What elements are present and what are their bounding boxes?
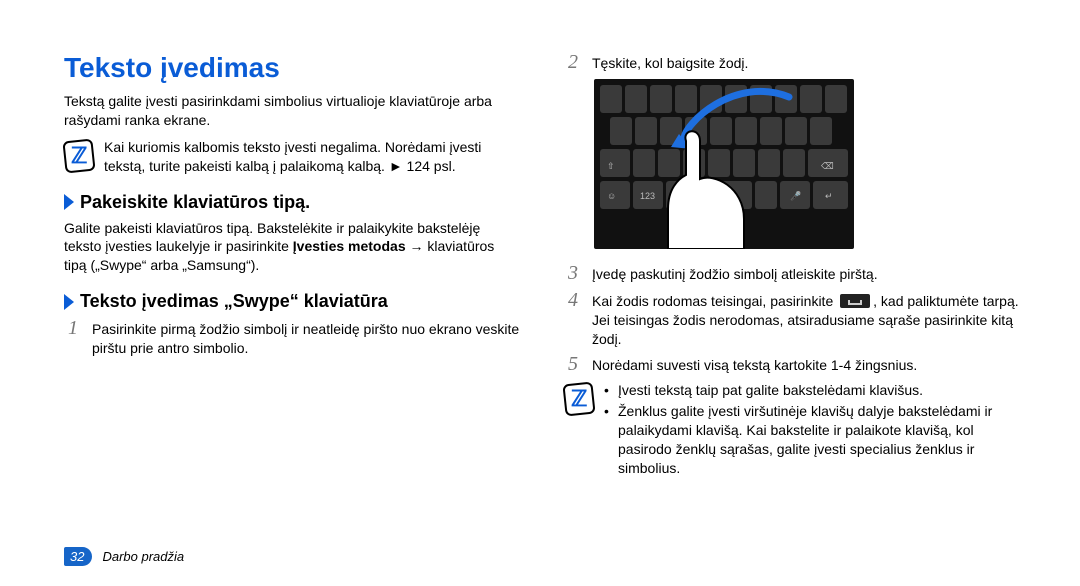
left-column: Teksto įvedimas Tekstą galite įvesti pas…	[64, 52, 520, 494]
step-3-text: Įvedę paskutinį žodžio simbolį atleiskit…	[592, 263, 1020, 284]
page-title: Teksto įvedimas	[64, 52, 520, 84]
step-3: 3 Įvedę paskutinį žodžio simbolį atleisk…	[564, 263, 1020, 284]
spacebar-icon	[840, 294, 870, 308]
step-2: 2 Tęskite, kol baigsite žodį.	[564, 52, 1020, 73]
chevron-icon	[64, 294, 74, 310]
step-number: 4	[564, 290, 582, 310]
note-icon: ℤ	[62, 138, 95, 173]
chevron-icon	[64, 194, 74, 210]
step-2-text: Tęskite, kol baigsite žodį.	[592, 52, 1020, 73]
swype-keyboard-illustration: ⇧ ⌫ ☺ 123 🎤 ↵	[594, 79, 854, 249]
step-1-text: Pasirinkite pirmą žodžio simbolį ir neat…	[92, 318, 520, 358]
note-icon: ℤ	[562, 382, 595, 417]
svg-text:🎤: 🎤	[790, 190, 801, 201]
intro-paragraph: Tekstą galite įvesti pasirinkdami simbol…	[64, 92, 520, 130]
subhead-change-keyboard-label: Pakeiskite klaviatūros tipą.	[80, 192, 310, 213]
svg-text:⌫: ⌫	[821, 161, 834, 171]
subhead-swype-label: Teksto įvedimas „Swype“ klaviatūra	[80, 291, 388, 312]
note-bullet-2: Ženklus galite įvesti viršutinėje klaviš…	[604, 402, 1020, 478]
note-bullets: Įvesti tekstą taip pat galite bakstelėda…	[604, 381, 1020, 479]
step-5-text: Norėdami suvesti visą tekstą kartokite 1…	[592, 354, 1020, 375]
subhead-swype: Teksto įvedimas „Swype“ klaviatūra	[64, 291, 520, 312]
subhead1-body: Galite pakeisti klaviatūros tipą. Bakste…	[64, 219, 520, 276]
step-4-text-a: Kai žodis rodomas teisingai, pasirinkite	[592, 293, 837, 309]
step-number: 5	[564, 354, 582, 374]
svg-text:☺: ☺	[607, 191, 616, 201]
page-footer: 32 Darbo pradžia	[64, 547, 184, 566]
note-box-1: ℤ Kai kuriomis kalbomis teksto įvesti ne…	[64, 138, 520, 176]
svg-text:⇧: ⇧	[607, 161, 615, 171]
note-bullet-1: Įvesti tekstą taip pat galite bakstelėda…	[604, 381, 1020, 400]
step-4-text: Kai žodis rodomas teisingai, pasirinkite…	[592, 290, 1020, 349]
section-name: Darbo pradžia	[102, 549, 184, 564]
step-number: 1	[64, 318, 82, 338]
svg-text:123: 123	[640, 191, 655, 201]
note-text-1: Kai kuriomis kalbomis teksto įvesti nega…	[104, 138, 520, 176]
step-number: 2	[564, 52, 582, 72]
page-number: 32	[64, 547, 92, 566]
input-method-bold: Įvesties metodas	[293, 238, 406, 254]
note-box-2: ℤ Įvesti tekstą taip pat galite bakstelė…	[564, 381, 1020, 479]
svg-text:↵: ↵	[825, 191, 833, 201]
step-5: 5 Norėdami suvesti visą tekstą kartokite…	[564, 354, 1020, 375]
step-4: 4 Kai žodis rodomas teisingai, pasirinki…	[564, 290, 1020, 349]
right-column: 2 Tęskite, kol baigsite žodį. ⇧ ⌫ ☺	[564, 52, 1020, 494]
step-1: 1 Pasirinkite pirmą žodžio simbolį ir ne…	[64, 318, 520, 358]
step-number: 3	[564, 263, 582, 283]
subhead-change-keyboard: Pakeiskite klaviatūros tipą.	[64, 192, 520, 213]
